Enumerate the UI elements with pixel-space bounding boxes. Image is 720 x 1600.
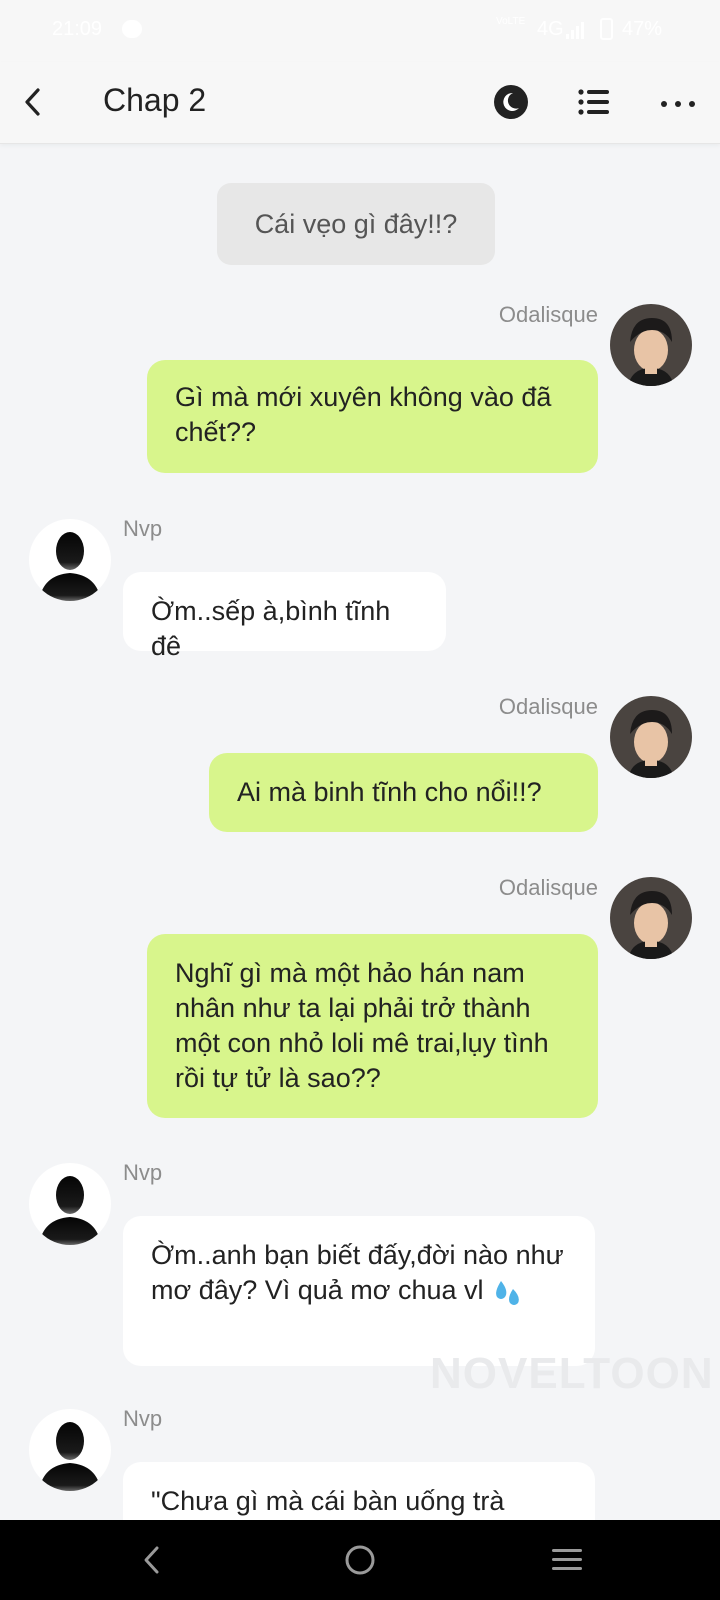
message-bubble-mine[interactable]: Ai mà binh tĩnh cho nổi!!? <box>209 753 598 832</box>
avatar-odalisque[interactable] <box>610 304 692 386</box>
narration-bubble: Cái vẹo gì đây!!? <box>217 183 495 265</box>
message-bubble-other[interactable]: Ờm..sếp à,bình tĩnh đê <box>123 572 446 661</box>
status-time: 21:09 <box>52 18 103 40</box>
sender-name: Odalisque <box>498 694 598 719</box>
avatar-nvp[interactable] <box>29 1409 111 1491</box>
chapter-list-icon[interactable] <box>570 78 618 126</box>
nav-home-icon[interactable] <box>334 1534 386 1586</box>
message-text: Nghĩ gì mà một hảo hán nam nhân như ta l… <box>175 958 549 1093</box>
watermark: NOVELTOON <box>430 1349 714 1398</box>
avatar-odalisque[interactable] <box>610 877 692 959</box>
avatar-nvp[interactable] <box>29 1163 111 1245</box>
more-options-icon[interactable] <box>654 78 702 126</box>
message-text: "Chưa gì mà cái bàn uống trà <box>151 1486 505 1516</box>
sender-name: Nvp <box>123 1406 163 1431</box>
battery-level: 47% <box>622 18 663 40</box>
network-type: 4G <box>537 18 564 40</box>
page-title: Chap 2 <box>103 82 207 118</box>
system-nav-bar <box>0 1520 720 1600</box>
battery-icon <box>600 18 613 40</box>
nav-menu-icon[interactable] <box>541 1534 593 1586</box>
back-chevron-icon[interactable] <box>14 80 58 124</box>
chat-area[interactable]: Cái vẹo gì đây!!? Odalisque Gì mà mới xu… <box>0 144 720 1520</box>
message-bubble-other[interactable]: "Chưa gì mà cái bàn uống trà <box>123 1462 595 1520</box>
message-text: Gì mà mới xuyên không vào đã chết?? <box>175 382 552 447</box>
status-bar: 21:09 VoLTE 4G 47% <box>0 0 720 62</box>
nav-back-icon[interactable] <box>127 1534 179 1586</box>
avatar-nvp[interactable] <box>29 519 111 601</box>
message-bubble-mine[interactable]: Gì mà mới xuyên không vào đã chết?? <box>147 360 598 473</box>
app-header: Chap 2 <box>0 62 720 144</box>
message-notification-icon <box>122 20 142 38</box>
sender-name: Odalisque <box>498 875 598 900</box>
sender-name: Odalisque <box>498 302 598 327</box>
avatar-odalisque[interactable] <box>610 696 692 778</box>
message-bubble-other[interactable]: Ờm..anh bạn biết đấy,đời nào như mơ đây?… <box>123 1216 595 1366</box>
volte-indicator: VoLTE <box>496 16 526 27</box>
message-bubble-mine[interactable]: Nghĩ gì mà một hảo hán nam nhân như ta l… <box>147 934 598 1118</box>
night-mode-icon[interactable] <box>487 78 535 126</box>
sender-name: Nvp <box>123 1160 163 1185</box>
message-text: Ờm..sếp à,bình tĩnh đê <box>151 596 391 661</box>
sweat-droplets-icon <box>496 1280 519 1305</box>
signal-icon <box>566 22 584 39</box>
message-text: Ai mà binh tĩnh cho nổi!!? <box>237 777 542 807</box>
sender-name: Nvp <box>123 516 163 541</box>
